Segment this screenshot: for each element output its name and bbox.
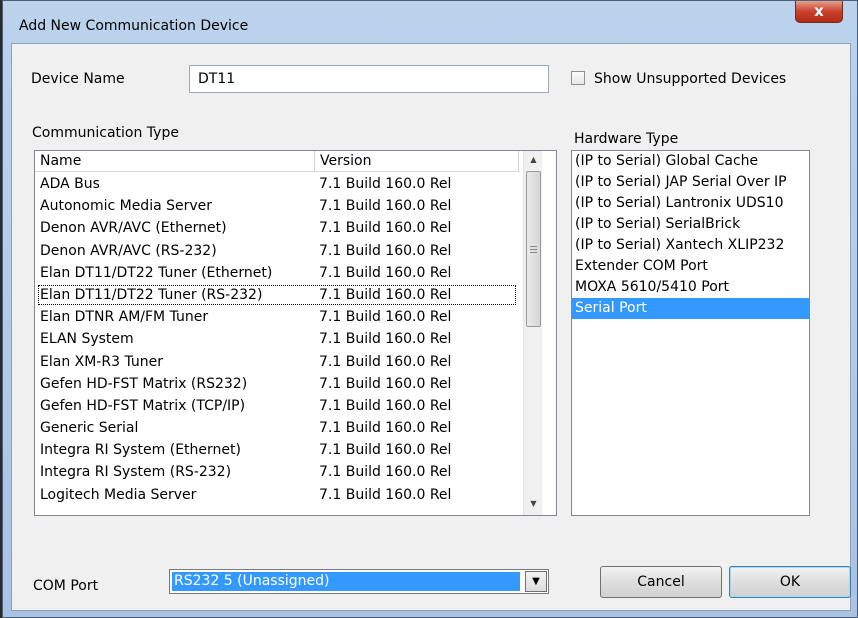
list-item[interactable]: MOXA 5610/5410 Port	[572, 277, 809, 298]
row-version: 7.1 Build 160.0 Rel	[319, 353, 452, 370]
column-header-version[interactable]: Version	[315, 151, 519, 172]
row-name: Elan XM-R3 Tuner	[40, 353, 163, 370]
column-header-name[interactable]: Name	[35, 151, 315, 172]
title-bar[interactable]: Add New Communication Device x	[3, 1, 857, 34]
row-name: Denon AVR/AVC (RS-232)	[40, 242, 217, 259]
row-name: Elan DT11/DT22 Tuner (Ethernet)	[40, 264, 273, 281]
row-version: 7.1 Build 160.0 Rel	[319, 331, 452, 348]
row-name: Elan DT11/DT22 Tuner (RS-232)	[40, 286, 263, 303]
row-version: 7.1 Build 160.0 Rel	[319, 442, 452, 459]
chevron-down-icon[interactable]: ▼	[525, 571, 547, 592]
row-name: Autonomic Media Server	[40, 198, 213, 215]
row-version: 7.1 Build 160.0 Rel	[319, 242, 452, 259]
com-port-label: COM Port	[33, 578, 99, 594]
row-version: 7.1 Build 160.0 Rel	[319, 264, 452, 281]
row-name: ADA Bus	[40, 176, 100, 192]
row-name: ELAN System	[40, 331, 134, 348]
close-button[interactable]: x	[795, 1, 843, 23]
table-row[interactable]: ELAN System 7.1 Build 160.0 Rel	[35, 328, 519, 350]
ok-button[interactable]: OK	[729, 566, 851, 598]
scrollbar-thumb[interactable]	[526, 171, 541, 327]
list-item[interactable]: Serial Port	[572, 298, 809, 319]
list-item[interactable]: (IP to Serial) JAP Serial Over IP	[572, 172, 809, 193]
row-version: 7.1 Build 160.0 Rel	[319, 420, 452, 437]
row-version: 7.1 Build 160.0 Rel	[319, 486, 452, 503]
table-row[interactable]: Generic Serial 7.1 Build 160.0 Rel	[35, 417, 519, 439]
cancel-button[interactable]: Cancel	[600, 566, 722, 598]
table-row[interactable]: Autonomic Media Server 7.1 Build 160.0 Re…	[35, 195, 519, 217]
row-version: 7.1 Build 160.0 Rel	[319, 309, 452, 326]
arrow-down-icon[interactable]: ▼	[524, 495, 543, 513]
row-name: Gefen HD-FST Matrix (TCP/IP)	[40, 397, 246, 414]
table-row[interactable]: Gefen HD-FST Matrix (TCP/IP) 7.1 Build 16…	[35, 395, 519, 417]
table-row[interactable]: Gefen HD-FST Matrix (RS232) 7.1 Build 160…	[35, 373, 519, 395]
row-version: 7.1 Build 160.0 Rel	[319, 176, 452, 192]
arrow-up-icon[interactable]: ▲	[524, 151, 543, 169]
dialog-window: Add New Communication Device x Device Na…	[2, 0, 858, 618]
row-name: Gefen HD-FST Matrix (RS232)	[40, 375, 248, 392]
com-port-select[interactable]: RS232 5 (Unassigned) ▼	[169, 569, 549, 594]
row-version: 7.1 Build 160.0 Rel	[319, 198, 452, 215]
table-row[interactable]: Elan DT11/DT22 Tuner (Ethernet) 7.1 Build…	[35, 262, 519, 284]
row-name: Integra RI System (RS-232)	[40, 464, 232, 481]
table-row[interactable]: Integra RI System (RS-232) 7.1 Build 160.…	[35, 461, 519, 483]
list-item[interactable]: (IP to Serial) Lantronix UDS10	[572, 193, 809, 214]
table-row[interactable]: Elan DT11/DT22 Tuner (RS-232) 7.1 Build 1…	[37, 284, 517, 306]
row-version: 7.1 Build 160.0 Rel	[319, 286, 452, 303]
table-row[interactable]: Denon AVR/AVC (Ethernet) 7.1 Build 160.0 …	[35, 217, 519, 239]
window-title: Add New Communication Device	[19, 18, 249, 34]
grip-icon	[530, 246, 537, 253]
show-unsupported-label[interactable]: Show Unsupported Devices	[594, 71, 786, 87]
list-item[interactable]: (IP to Serial) Global Cache	[572, 151, 809, 172]
table-row[interactable]: Logitech Media Server 7.1 Build 160.0 Rel	[35, 484, 519, 506]
device-name-label: Device Name	[31, 71, 125, 87]
table-row[interactable]: Elan XM-R3 Tuner 7.1 Build 160.0 Rel	[35, 351, 519, 373]
list-item[interactable]: Extender COM Port	[572, 256, 809, 277]
close-icon: x	[814, 2, 824, 20]
row-name: Logitech Media Server	[40, 486, 197, 503]
row-name: Integra RI System (Ethernet)	[40, 442, 241, 459]
row-version: 7.1 Build 160.0 Rel	[319, 397, 452, 414]
list-item[interactable]: (IP to Serial) Xantech XLIP232	[572, 235, 809, 256]
row-name: Denon AVR/AVC (Ethernet)	[40, 220, 227, 237]
communication-type-label: Communication Type	[32, 125, 179, 141]
hardware-type-label: Hardware Type	[574, 131, 679, 147]
row-name: Generic Serial	[40, 420, 139, 437]
list-header: Name Version	[35, 151, 519, 172]
device-name-input[interactable]: DT11	[189, 65, 549, 93]
communication-type-list[interactable]: Name Version ADA Bus 7.1 Build 160.0 Rel A…	[34, 150, 557, 516]
row-version: 7.1 Build 160.0 Rel	[319, 464, 452, 481]
hardware-type-list[interactable]: (IP to Serial) Global Cache (IP to Serial…	[571, 150, 810, 516]
list-item[interactable]: (IP to Serial) SerialBrick	[572, 214, 809, 235]
table-row[interactable]: Integra RI System (Ethernet) 7.1 Build 16…	[35, 439, 519, 461]
table-row[interactable]: Denon AVR/AVC (RS-232) 7.1 Build 160.0 Re…	[35, 240, 519, 262]
show-unsupported-checkbox[interactable]	[571, 71, 585, 85]
dialog-client: Device Name DT11 Show Unsupported Device…	[11, 43, 851, 611]
row-version: 7.1 Build 160.0 Rel	[319, 220, 452, 237]
com-port-value: RS232 5 (Unassigned)	[172, 572, 520, 591]
list-body: ADA Bus 7.1 Build 160.0 Rel Autonomic Medi…	[35, 173, 519, 506]
table-row[interactable]: Elan DTNR AM/FM Tuner 7.1 Build 160.0 Rel	[35, 306, 519, 328]
vertical-scrollbar[interactable]: ▲ ▼	[523, 151, 542, 515]
row-version: 7.1 Build 160.0 Rel	[319, 375, 452, 392]
table-row[interactable]: ADA Bus 7.1 Build 160.0 Rel	[35, 173, 519, 195]
row-name: Elan DTNR AM/FM Tuner	[40, 309, 209, 326]
